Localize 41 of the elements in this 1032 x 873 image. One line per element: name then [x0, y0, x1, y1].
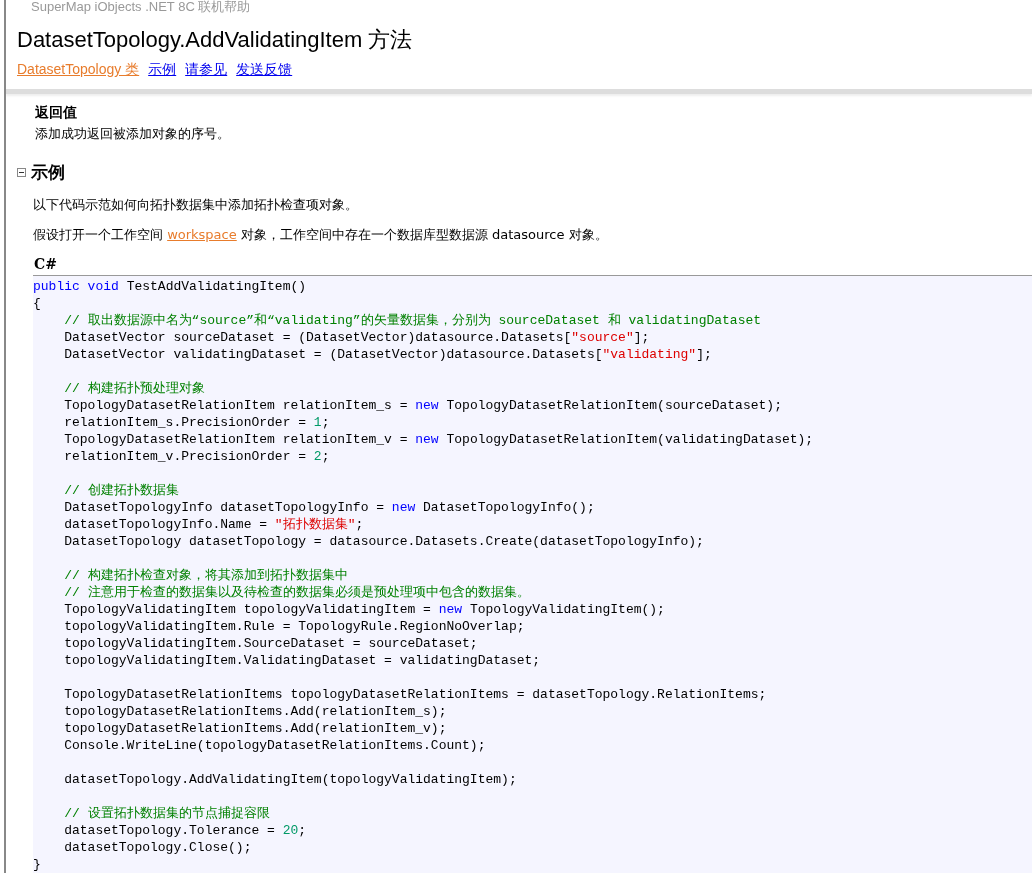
code-line: relationItem_v.PrecisionOrder = 2;: [63, 448, 331, 465]
code-line: topologyValidatingItem.ValidatingDataset = validatingDataset;: [63, 652, 542, 669]
code-line: // 构建拓扑预处理对象: [63, 380, 206, 397]
code-line: datasetTopology.Tolerance = 20;: [63, 822, 308, 839]
code-line: DatasetVector sourceDataset = (DatasetVector)datasource.Datasets["source"];: [63, 329, 651, 346]
section-heading: 示例: [31, 161, 65, 184]
example-paragraph: 假设打开一个工作空间 workspace 对象，工作空间中存在一个数据库型数据源 datasource 对象。: [32, 226, 609, 244]
page-title: DatasetTopology.AddValidatingItem 方法: [17, 26, 414, 54]
code-line: datasetTopology.Close();: [63, 839, 253, 856]
code-line: TopologyDatasetRelationItem relationItem_s = new TopologyDatasetRelationItem(sourceDataset);: [63, 397, 783, 414]
code-line: topologyDatasetRelationItems.Add(relationItem_s);: [63, 703, 448, 720]
collapse-icon[interactable]: [17, 168, 26, 177]
code-line: TopologyDatasetRelationItems topologyDatasetRelationItems = datasetTopology.RelationItems;: [63, 686, 768, 703]
code-line: // 构建拓扑检查对象，将其添加到拓扑数据集中: [63, 567, 349, 584]
code-line: datasetTopology.AddValidatingItem(topologyValidatingItem);: [63, 771, 518, 788]
code-line: Console.WriteLine(topologyDatasetRelationItems.Count);: [63, 737, 487, 754]
code-line: }: [33, 856, 42, 873]
product-title: SuperMap iObjects .NET 8C 联机帮助: [30, 0, 252, 14]
code-line: // 创建拓扑数据集: [63, 482, 180, 499]
code-language-label: C#: [33, 256, 58, 272]
code-line: topologyDatasetRelationItems.Add(relationItem_v);: [63, 720, 448, 737]
header-link[interactable]: 发送反馈: [236, 61, 293, 79]
code-line: {: [33, 295, 42, 312]
code-line: TopologyDatasetRelationItem relationItem_v = new TopologyDatasetRelationItem(validatingDataset);: [63, 431, 815, 448]
code-line: // 注意用于检查的数据集以及待检查的数据集必须是预处理项中包含的数据集。: [63, 584, 531, 601]
code-line: // 取出数据源中名为“source”和“validating”的矢量数据集，分别为 sourceDataset 和 validatingDataset: [63, 312, 763, 329]
return-value-text: 添加成功返回被添加对象的序号。: [34, 125, 231, 143]
header-link[interactable]: 请参见: [185, 61, 228, 79]
code-line: relationItem_s.PrecisionOrder = 1;: [63, 414, 331, 431]
code-line: public void TestAddValidatingItem(): [33, 278, 308, 295]
code-line: DatasetVector validatingDataset = (DatasetVector)datasource.Datasets["validating"];: [63, 346, 713, 363]
code-line: // 设置拓扑数据集的节点捕捉容限: [63, 805, 271, 822]
code-line: datasetTopologyInfo.Name = "拓扑数据集";: [63, 516, 365, 533]
code-line: topologyValidatingItem.Rule = TopologyRule.RegionNoOverlap;: [63, 618, 526, 635]
code-line: topologyValidatingItem.SourceDataset = sourceDataset;: [63, 635, 479, 652]
code-line: TopologyValidatingItem topologyValidatingItem = new TopologyValidatingItem();: [63, 601, 666, 618]
header-link[interactable]: 示例: [148, 61, 177, 79]
code-line: DatasetTopology datasetTopology = datasource.Datasets.Create(datasetTopologyInfo);: [63, 533, 705, 550]
code-line: DatasetTopologyInfo datasetTopologyInfo = new DatasetTopologyInfo();: [63, 499, 596, 516]
section-subheading: 返回值: [34, 104, 78, 122]
example-paragraph: 以下代码示范如何向拓扑数据集中添加拓扑检查项对象。: [32, 196, 359, 214]
